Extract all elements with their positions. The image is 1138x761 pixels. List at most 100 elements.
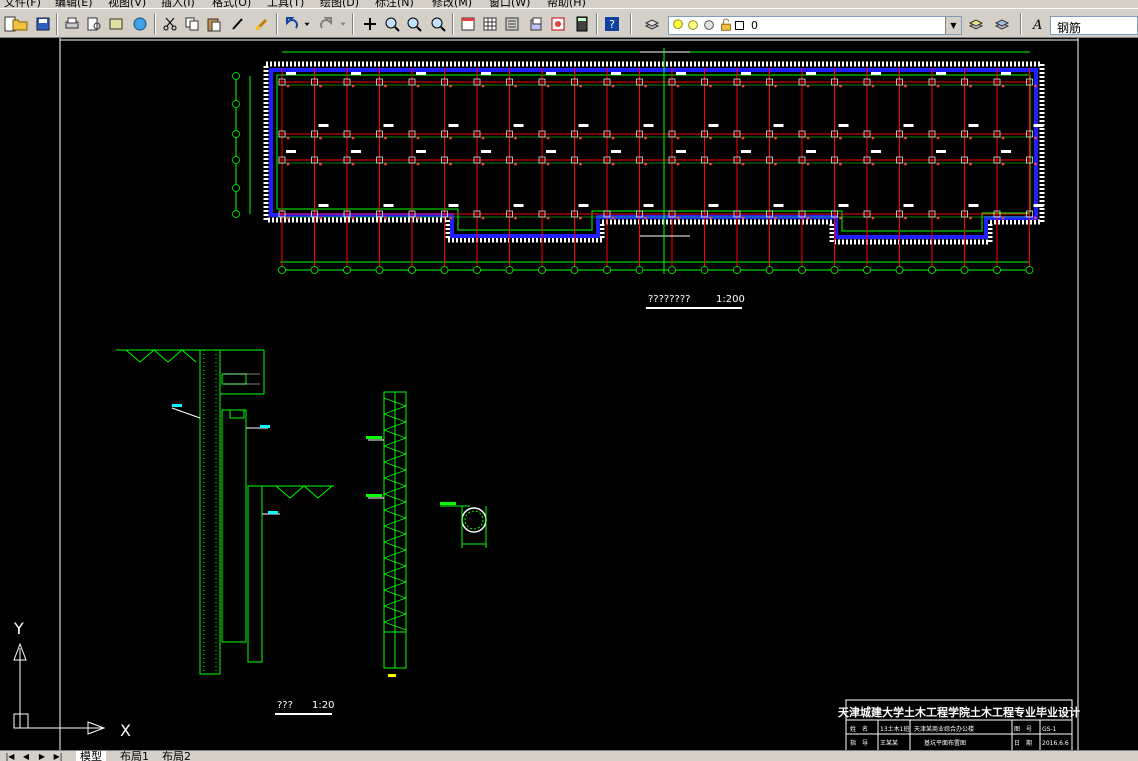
pile-dot [741,216,745,220]
axis-bubble-x [765,266,774,274]
menu-tools[interactable]: 工具(T) [267,0,304,8]
menu-dimension[interactable]: 标注(N) [375,0,414,8]
svg-text:A: A [1032,18,1042,32]
pile-dot [611,136,615,140]
layer-dropdown[interactable]: 0 ▼ [668,16,962,35]
tb-r2c5: 2016.6.6 [1042,740,1069,747]
menu-insert[interactable]: 插入(I) [161,0,195,8]
tab-layout1[interactable]: 布局1 [116,751,153,761]
tb-r2c3: 基坑平面布置图 [924,739,966,747]
pile-dot [1001,162,1005,166]
open-folder-icon[interactable] [10,14,30,34]
menu-format[interactable]: 格式(O) [212,0,251,8]
pile-dot [514,84,517,88]
pile-label-tag [676,150,686,153]
menu-draw[interactable]: 绘图(D) [320,0,359,8]
tab-model[interactable]: 模型 [76,751,106,761]
pile-dot [286,162,290,166]
text-style-icon[interactable]: A [1028,14,1048,34]
text-style-dropdown[interactable]: 钢筋 [1050,16,1138,35]
properties-icon[interactable] [458,14,478,34]
axis-bubble-x [733,266,741,274]
menu-file[interactable]: 文件(F) [4,0,41,8]
publish-icon[interactable] [106,14,126,34]
drawing-canvas[interactable]: ???????? 1:200 ??? 1:20 Y X 天津城建大学土木工程学院… [0,38,1138,750]
menu-window[interactable]: 窗口(W) [489,0,530,8]
print-preview-icon[interactable] [84,14,104,34]
zoom-previous-icon[interactable] [428,14,448,34]
layer-properties-icon[interactable] [642,14,662,34]
axis-bubble-y [232,72,240,80]
paste-icon[interactable] [204,14,224,34]
menu-edit[interactable]: 编辑(E) [55,0,93,8]
layer-previous-icon[interactable] [992,14,1012,34]
match-properties-icon[interactable] [228,14,248,34]
pile-label-tag [643,204,654,207]
pile-label-tag [741,150,751,153]
next-tab-icon[interactable]: ▶ [36,751,48,761]
redo-icon[interactable] [316,14,336,34]
pile-label-tag [903,204,914,207]
pile-dot [611,162,615,166]
axis-bubble-x [635,266,644,274]
zoom-window-icon[interactable] [404,14,424,34]
last-tab-icon[interactable]: ▶| [52,751,64,761]
pan-icon[interactable] [360,14,380,34]
calculator-icon[interactable] [572,14,592,34]
pile-dot [936,136,940,140]
pile-label-tag [546,72,556,75]
standard-toolbar: ? 0 ▼ A 钢筋 [0,8,1138,38]
sheet-set-icon[interactable] [526,14,546,34]
chevron-down-icon[interactable]: ▼ [945,17,961,34]
pile-label-tag [611,72,621,75]
pile-label-tag [773,204,784,207]
redo-dropdown-icon[interactable] [338,14,348,34]
tool-palettes-icon[interactable] [502,14,522,34]
prev-tab-icon[interactable]: ◀ [20,751,32,761]
print-icon[interactable] [62,14,82,34]
design-center-icon[interactable] [480,14,500,34]
pile-label-tag [1033,124,1044,127]
undo-dropdown-icon[interactable] [302,14,312,34]
tb-r1c3: 天津某商业综合办公楼 [914,725,974,733]
undo-icon[interactable] [282,14,302,34]
axis-bubble-x [603,266,611,274]
leader-1 [171,407,201,419]
pile-dot [969,84,972,88]
make-object-layer-current-icon[interactable] [966,14,986,34]
section-scale: 1:20 [312,700,334,711]
tab-layout2[interactable]: 布局2 [158,751,195,761]
save-icon[interactable] [33,14,53,34]
pile-dot [384,216,387,220]
tb-r1c4: 图 号 [1014,726,1032,733]
cut-icon[interactable] [160,14,180,34]
block-editor-icon[interactable] [252,14,272,34]
pile-label-tag [286,72,296,75]
axis-bubbles [232,72,1034,274]
pile-dot [774,136,777,140]
pile-dot [741,162,745,166]
pile-dot [774,162,777,166]
pile-label-tag [838,124,849,127]
pile-dot [741,136,745,140]
zoom-realtime-icon[interactable] [382,14,402,34]
pile-dot [579,136,582,140]
menu-view[interactable]: 视图(V) [108,0,146,8]
markup-icon[interactable] [548,14,568,34]
pile-dot [774,84,777,88]
pile-label-tag [578,124,589,127]
pile-dot [741,84,745,88]
column-grid [278,68,1030,270]
menu-modify[interactable]: 修改(M) [432,0,472,8]
plot-web-icon[interactable] [130,14,150,34]
copy-icon[interactable] [182,14,202,34]
menu-help[interactable]: 帮助(H) [547,0,586,8]
help-icon[interactable]: ? [602,14,622,34]
lightbulb-icon [671,18,685,35]
pile-label-tag [481,72,491,75]
pile-dot [319,162,322,166]
cad-drawing[interactable]: ???????? 1:200 ??? 1:20 Y X 天津城建大学土木工程学院… [0,38,1138,750]
axis-bubble-y [232,156,240,164]
first-tab-icon[interactable]: |◀ [4,751,16,761]
wall-panel-2 [247,485,263,663]
